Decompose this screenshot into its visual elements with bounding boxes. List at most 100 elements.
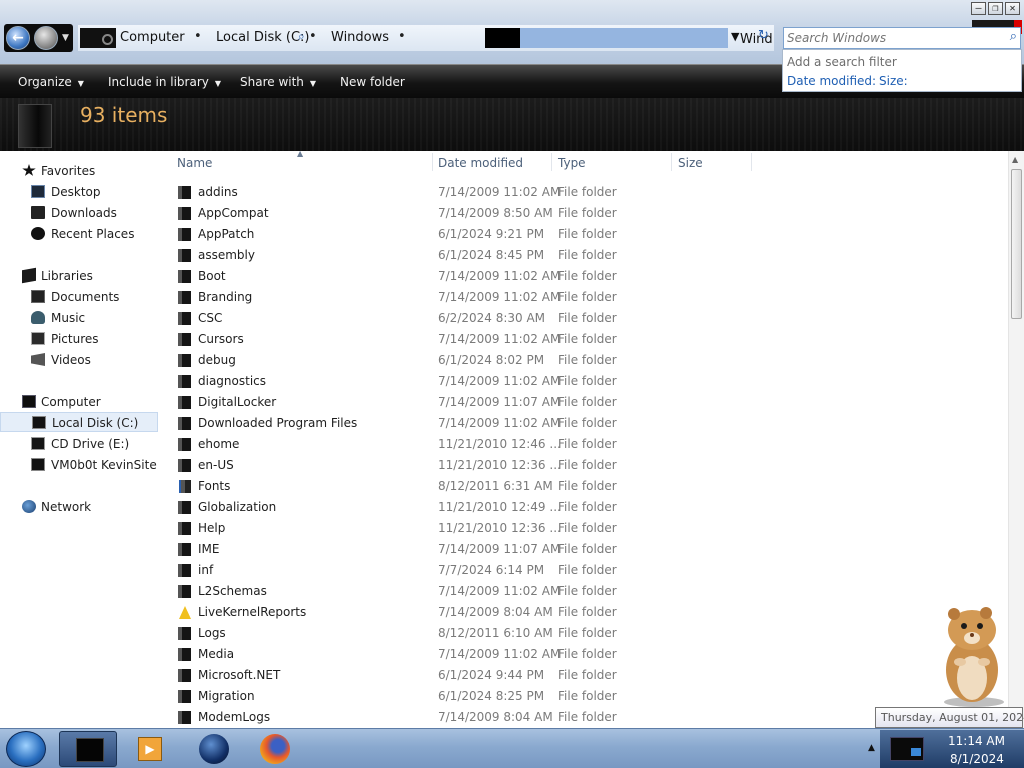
breadcrumb-local-disk[interactable]: Local Disk (C:) <box>216 30 309 45</box>
file-name[interactable]: Branding <box>198 290 252 304</box>
address-dropdown-icon[interactable]: ▼ <box>731 30 739 43</box>
breadcrumb-computer[interactable]: Computer <box>120 30 185 45</box>
refresh-icon[interactable]: ↻ <box>758 28 769 43</box>
nav-desktop[interactable]: Desktop <box>0 182 158 202</box>
share-with-button[interactable]: Share with ▼ <box>240 75 316 89</box>
forward-button[interactable] <box>34 26 58 50</box>
nav-local-disk[interactable]: Local Disk (C:) <box>0 412 158 432</box>
filter-date-modified[interactable]: Date modified: <box>787 74 876 88</box>
breadcrumb-separator-icon[interactable]: • <box>398 29 406 44</box>
table-row[interactable]: inf 7/7/2024 6:14 PM File folder <box>162 560 1008 581</box>
table-row[interactable]: IME 7/14/2009 11:07 AM File folder <box>162 539 1008 560</box>
file-name[interactable]: assembly <box>198 248 255 262</box>
nav-network[interactable]: Network <box>0 497 158 517</box>
maximize-button[interactable]: ❐ <box>988 2 1003 15</box>
new-folder-button[interactable]: New folder <box>340 75 405 89</box>
file-name[interactable]: LiveKernelReports <box>198 605 306 619</box>
nav-downloads[interactable]: Downloads <box>0 203 158 223</box>
file-name[interactable]: L2Schemas <box>198 584 267 598</box>
table-row[interactable]: LiveKernelReports 7/14/2009 8:04 AM File f… <box>162 602 1008 623</box>
table-row[interactable]: Globalization 11/21/2010 12:49 ... File fo… <box>162 497 1008 518</box>
organize-button[interactable]: Organize ▼ <box>18 75 84 89</box>
column-header-date-modified[interactable]: Date modified <box>438 156 523 174</box>
taskbar-media-player-button[interactable] <box>120 731 178 767</box>
search-box[interactable]: ⌕ <box>783 27 1021 49</box>
nav-music[interactable]: Music <box>0 308 158 328</box>
scroll-thumb[interactable] <box>1011 169 1022 319</box>
table-row[interactable]: Migration 6/1/2024 8:25 PM File folder <box>162 686 1008 707</box>
file-name[interactable]: addins <box>198 185 238 199</box>
show-hidden-icons-icon[interactable]: ▲ <box>868 743 875 753</box>
table-row[interactable]: AppCompat 7/14/2009 8:50 AM File folder <box>162 203 1008 224</box>
address-bar[interactable]: Computer • Local Disk (C:) ⌕ • Windows •… <box>78 25 774 51</box>
table-row[interactable]: Logs 8/12/2011 6:10 AM File folder <box>162 623 1008 644</box>
file-name[interactable]: AppCompat <box>198 206 269 220</box>
file-name[interactable]: Cursors <box>198 332 244 346</box>
column-divider[interactable] <box>751 153 752 171</box>
table-row[interactable]: Fonts 8/12/2011 6:31 AM File folder <box>162 476 1008 497</box>
clock-date[interactable]: 8/1/2024 <box>950 752 1004 766</box>
search-icon[interactable]: ⌕ <box>1010 29 1017 44</box>
table-row[interactable]: Downloaded Program Files 7/14/2009 11:02 … <box>162 413 1008 434</box>
minimize-button[interactable]: – <box>971 2 986 15</box>
column-header-size[interactable]: Size <box>678 156 703 174</box>
file-name[interactable]: CSC <box>198 311 222 325</box>
breadcrumb-windows[interactable]: Windows <box>331 30 389 45</box>
column-divider[interactable] <box>551 153 552 171</box>
table-row[interactable]: addins 7/14/2009 11:02 AM File folder <box>162 182 1008 203</box>
table-row[interactable]: Microsoft.NET 6/1/2024 9:44 PM File folder <box>162 665 1008 686</box>
file-name[interactable]: Migration <box>198 689 255 703</box>
tray-device-icon[interactable] <box>890 737 924 761</box>
nav-documents[interactable]: Documents <box>0 287 158 307</box>
filter-size[interactable]: Size: <box>879 74 908 88</box>
back-button[interactable]: ← <box>6 26 30 50</box>
file-name[interactable]: debug <box>198 353 236 367</box>
table-row[interactable]: ehome 11/21/2010 12:46 ... File folder <box>162 434 1008 455</box>
breadcrumb-separator-icon[interactable]: • <box>309 29 317 44</box>
table-row[interactable]: DigitalLocker 7/14/2009 11:07 AM File fold… <box>162 392 1008 413</box>
column-divider[interactable] <box>671 153 672 171</box>
recent-pages-chevron-icon[interactable]: ▼ <box>62 33 69 43</box>
table-row[interactable]: en-US 11/21/2010 12:36 ... File folder <box>162 455 1008 476</box>
file-name[interactable]: Downloaded Program Files <box>198 416 357 430</box>
hamster-gadget[interactable] <box>928 604 1008 708</box>
file-name[interactable]: ModemLogs <box>198 710 270 724</box>
nav-recent-places[interactable]: Recent Places <box>0 224 158 244</box>
table-row[interactable]: Help 11/21/2010 12:36 ... File folder <box>162 518 1008 539</box>
taskbar-explorer-button[interactable] <box>59 731 117 767</box>
table-row[interactable]: diagnostics 7/14/2009 11:02 AM File folder <box>162 371 1008 392</box>
file-name[interactable]: IME <box>198 542 219 556</box>
column-header-type[interactable]: Type <box>558 156 586 174</box>
taskbar-globe-button[interactable] <box>184 731 242 767</box>
file-name[interactable]: diagnostics <box>198 374 266 388</box>
nav-cd-drive[interactable]: CD Drive (E:) <box>0 434 158 454</box>
file-name[interactable]: Boot <box>198 269 226 283</box>
file-name[interactable]: Help <box>198 521 225 535</box>
column-divider[interactable] <box>432 153 433 171</box>
nav-libraries[interactable]: Libraries <box>0 266 158 286</box>
clock-time[interactable]: 11:14 AM <box>948 734 1005 748</box>
table-row[interactable]: assembly 6/1/2024 8:45 PM File folder <box>162 245 1008 266</box>
table-row[interactable]: CSC 6/2/2024 8:30 AM File folder <box>162 308 1008 329</box>
table-row[interactable]: Media 7/14/2009 11:02 AM File folder <box>162 644 1008 665</box>
file-name[interactable]: en-US <box>198 458 234 472</box>
scroll-up-arrow-icon[interactable]: ▲ <box>1012 155 1018 164</box>
file-name[interactable]: Logs <box>198 626 226 640</box>
taskbar-firefox-button[interactable] <box>245 731 303 767</box>
table-row[interactable]: Cursors 7/14/2009 11:02 AM File folder <box>162 329 1008 350</box>
nav-favorites[interactable]: Favorites <box>0 161 158 181</box>
nav-network-share[interactable]: VM0b0t KevinSite <box>0 455 158 475</box>
table-row[interactable]: L2Schemas 7/14/2009 11:02 AM File folder <box>162 581 1008 602</box>
nav-videos[interactable]: Videos <box>0 350 158 370</box>
table-row[interactable]: AppPatch 6/1/2024 9:21 PM File folder <box>162 224 1008 245</box>
table-row[interactable]: debug 6/1/2024 8:02 PM File folder <box>162 350 1008 371</box>
file-name[interactable]: Media <box>198 647 234 661</box>
file-name[interactable]: AppPatch <box>198 227 254 241</box>
start-button[interactable] <box>6 731 46 767</box>
file-name[interactable]: DigitalLocker <box>198 395 276 409</box>
nav-computer[interactable]: Computer <box>0 392 158 412</box>
breadcrumb-separator-icon[interactable]: • <box>194 29 202 44</box>
file-name[interactable]: Fonts <box>198 479 230 493</box>
file-name[interactable]: Microsoft.NET <box>198 668 280 682</box>
search-input[interactable] <box>787 30 997 46</box>
